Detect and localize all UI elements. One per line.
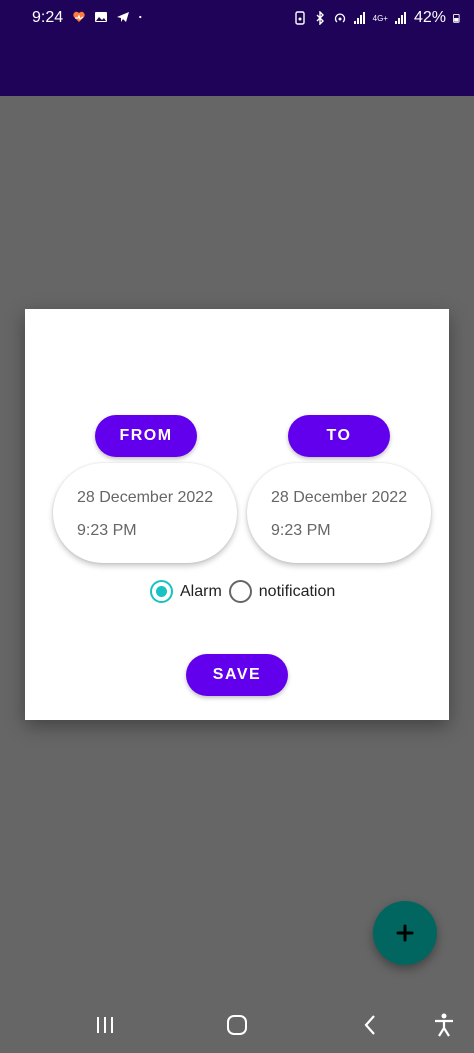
add-fab[interactable] xyxy=(373,901,437,965)
alarm-radio[interactable] xyxy=(150,580,173,603)
recent-apps-button[interactable] xyxy=(90,1010,120,1040)
gallery-icon xyxy=(95,12,107,22)
status-bar: 9:24 4G+ 42% xyxy=(0,0,474,32)
dot-icon xyxy=(139,15,142,19)
schedule-dialog: FROM TO 28 December 2022 9:23 PM 28 Dece… xyxy=(25,309,449,720)
to-datetime-card[interactable]: 28 December 2022 9:23 PM xyxy=(247,463,431,563)
battery-percent: 42% xyxy=(413,9,446,26)
signal-icon xyxy=(394,12,406,24)
from-date: 28 December 2022 xyxy=(77,489,214,506)
health-icon xyxy=(73,11,85,22)
alarm-radio-label[interactable]: Alarm xyxy=(180,583,222,601)
back-button[interactable] xyxy=(355,1010,385,1040)
from-datetime-card[interactable]: 28 December 2022 9:23 PM xyxy=(53,463,237,563)
accessibility-button[interactable] xyxy=(429,1010,459,1040)
save-button[interactable]: SAVE xyxy=(186,654,288,696)
status-time: 9:24 xyxy=(32,9,64,26)
status-left-icons xyxy=(72,10,146,24)
status-right-icons: 4G+ 42% xyxy=(293,9,462,27)
system-nav-bar xyxy=(0,995,474,1053)
sim-icon xyxy=(294,11,305,25)
notification-radio[interactable] xyxy=(228,580,252,603)
from-time: 9:23 PM xyxy=(77,522,137,539)
to-button[interactable]: TO xyxy=(288,415,390,457)
network-4g-label: 4G+ xyxy=(372,13,388,23)
signal-icon xyxy=(353,12,365,24)
recent-apps-icon xyxy=(97,1017,113,1033)
home-button[interactable] xyxy=(222,1010,252,1040)
accessibility-icon xyxy=(435,1013,453,1037)
notification-radio-label[interactable]: notification xyxy=(259,583,336,601)
bluetooth-icon xyxy=(316,11,324,25)
app-bar xyxy=(0,32,474,96)
reminder-type-radio-group: Alarm notification xyxy=(150,580,342,603)
home-icon xyxy=(227,1015,247,1035)
battery-icon xyxy=(453,14,460,23)
to-time: 9:23 PM xyxy=(271,522,331,539)
to-date: 28 December 2022 xyxy=(271,489,408,506)
back-icon xyxy=(364,1015,375,1035)
plus-icon xyxy=(396,924,414,942)
from-button[interactable]: FROM xyxy=(95,415,197,457)
telegram-icon xyxy=(117,12,129,22)
hotspot-icon xyxy=(334,13,345,23)
